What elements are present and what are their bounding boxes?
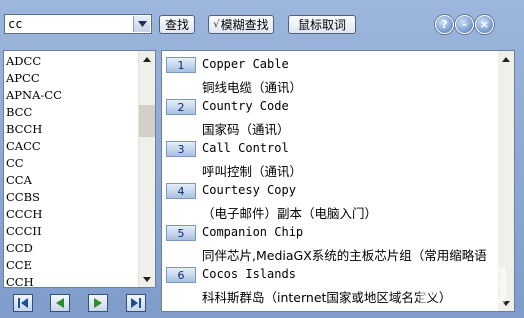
- result-item: 1 Copper Cable 铜线电缆（通讯）: [166, 55, 506, 97]
- skip-back-icon: [18, 298, 28, 308]
- minimize-button[interactable]: -: [455, 15, 474, 34]
- result-item: 6 Cocos Islands 科科斯群岛（internet国家或地区域名定义）: [166, 265, 506, 307]
- checkmark-icon: √: [213, 19, 220, 30]
- result-item: 3 Call Control 呼叫控制（通讯）: [166, 139, 506, 181]
- result-item: 2 Country Code 国家码（通讯）: [166, 97, 506, 139]
- result-english: Cocos Islands: [202, 267, 296, 281]
- result-chinese: 铜线电缆（通讯）: [202, 80, 303, 95]
- dictionary-window: 查找 √模糊查找 鼠标取词 ? - × ADCC APCC APNA-CC BC…: [0, 0, 524, 318]
- list-item[interactable]: BCC: [6, 104, 136, 121]
- chevron-down-icon: [137, 21, 147, 27]
- list-item[interactable]: CC: [6, 155, 136, 172]
- list-item[interactable]: CCCII: [6, 223, 136, 240]
- find-button[interactable]: 查找: [159, 15, 195, 34]
- result-panel: 1 Copper Cable 铜线电缆（通讯） 2 Country Code 国…: [161, 50, 515, 312]
- last-button[interactable]: [126, 294, 146, 312]
- first-button[interactable]: [13, 294, 33, 312]
- result-chinese: 国家码（通讯）: [202, 122, 290, 137]
- arrow-up-icon: [143, 56, 151, 62]
- result-number: 6: [166, 267, 196, 283]
- arrow-left-icon: [56, 298, 64, 308]
- arrow-right-icon: [94, 298, 102, 308]
- word-list: ADCC APCC APNA-CC BCC BCCH CACC CC CCA C…: [6, 53, 136, 287]
- result-chinese: 科科斯群岛（internet国家或地区域名定义）: [202, 290, 452, 305]
- scroll-up-button[interactable]: [498, 51, 514, 67]
- mouse-pick-label: 鼠标取词: [297, 18, 346, 32]
- list-item[interactable]: CCE: [6, 257, 136, 274]
- list-item[interactable]: APCC: [6, 70, 136, 87]
- result-english: Country Code: [202, 99, 289, 113]
- result-item: 5 Companion Chip 同伴芯片,MediaGX系统的主板芯片组（常用…: [166, 223, 506, 265]
- help-icon: ?: [441, 18, 448, 31]
- list-item[interactable]: CCBS: [6, 189, 136, 206]
- previous-button[interactable]: [50, 294, 70, 312]
- word-list-panel: ADCC APCC APNA-CC BCC BCCH CACC CC CCA C…: [3, 50, 156, 288]
- search-combobox[interactable]: [4, 14, 152, 34]
- search-input[interactable]: [8, 15, 130, 33]
- close-button[interactable]: ×: [475, 15, 494, 34]
- result-item: 4 Courtesy Copy （电子邮件）副本（电脑入门）: [166, 181, 506, 223]
- scroll-down-button[interactable]: [139, 271, 155, 287]
- result-number: 3: [166, 141, 196, 157]
- dropdown-button[interactable]: [133, 16, 150, 32]
- result-scrollbar[interactable]: [498, 51, 514, 311]
- result-number: 5: [166, 225, 196, 241]
- result-chinese: （电子邮件）副本（电脑入门）: [202, 206, 378, 221]
- arrow-down-icon: [502, 300, 510, 306]
- list-item[interactable]: CACC: [6, 138, 136, 155]
- arrow-up-icon: [502, 56, 510, 62]
- skip-forward-icon: [131, 298, 141, 308]
- next-button[interactable]: [88, 294, 108, 312]
- result-chinese: 同伴芯片,MediaGX系统的主板芯片组（常用缩略语: [202, 248, 487, 263]
- fuzzy-find-label: 模糊查找: [220, 18, 269, 32]
- result-number: 4: [166, 183, 196, 199]
- list-item[interactable]: CCD: [6, 240, 136, 257]
- result-english: Courtesy Copy: [202, 183, 296, 197]
- minimize-icon: -: [462, 18, 467, 31]
- scroll-down-button[interactable]: [498, 295, 514, 311]
- result-english: Call Control: [202, 141, 289, 155]
- result-chinese: 呼叫控制（通讯）: [202, 164, 303, 179]
- result-number: 2: [166, 99, 196, 115]
- list-item[interactable]: CCCH: [6, 206, 136, 223]
- list-item[interactable]: CCH: [6, 274, 136, 287]
- list-item[interactable]: APNA-CC: [6, 87, 136, 104]
- close-icon: ×: [479, 18, 490, 31]
- result-number: 1: [166, 57, 196, 73]
- list-item[interactable]: BCCH: [6, 121, 136, 138]
- find-label: 查找: [164, 18, 189, 32]
- arrow-down-icon: [143, 276, 151, 282]
- result-english: Copper Cable: [202, 57, 289, 71]
- result-english: Companion Chip: [202, 225, 304, 239]
- fuzzy-find-button[interactable]: √ 模糊查找: [208, 15, 274, 34]
- mouse-pick-button[interactable]: 鼠标取词: [288, 15, 356, 34]
- list-item[interactable]: ADCC: [6, 53, 136, 70]
- help-button[interactable]: ?: [435, 15, 454, 34]
- scroll-thumb[interactable]: [139, 105, 155, 137]
- word-list-scrollbar[interactable]: [138, 51, 155, 287]
- scroll-up-button[interactable]: [139, 51, 155, 67]
- list-item[interactable]: CCA: [6, 172, 136, 189]
